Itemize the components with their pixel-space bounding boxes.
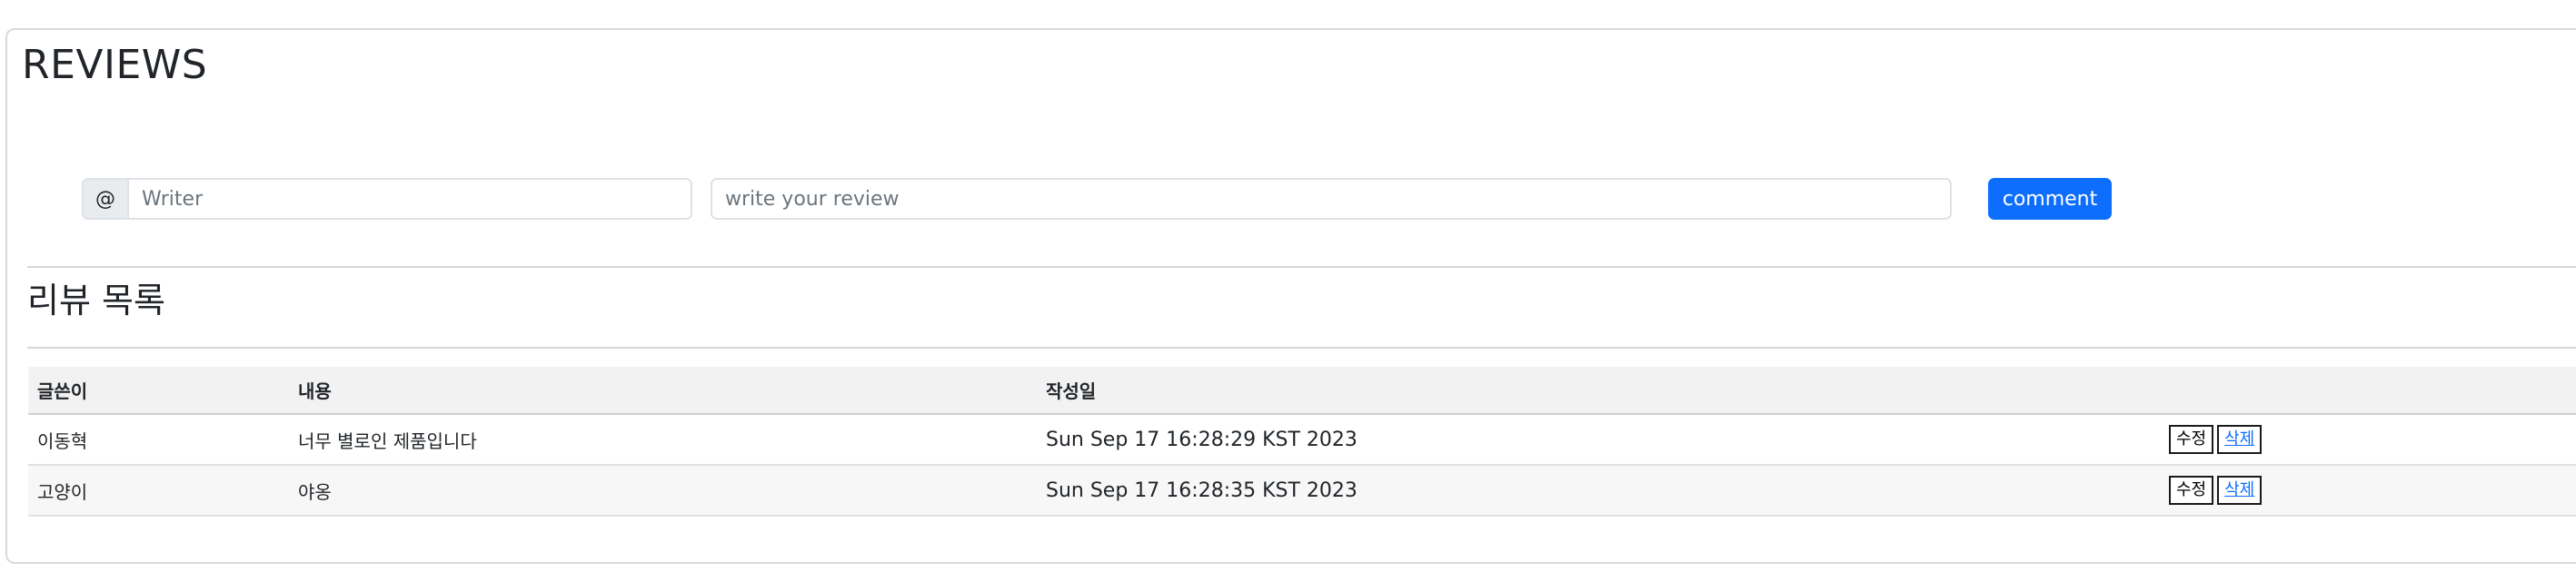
table-header-row: 글쓴이 내용 작성일 [28,367,2576,415]
page-title: REVIEWS [22,42,208,88]
cell-date: Sun Sep 17 16:28:35 KST 2023 [1037,465,2160,517]
cell-writer: 이동혁 [28,414,289,466]
divider [27,347,2576,349]
delete-button[interactable]: 삭제 [2217,476,2263,505]
cell-content: 너무 별로인 제품입니다 [289,414,1037,466]
cell-content: 야옹 [289,465,1037,517]
cell-date: Sun Sep 17 16:28:29 KST 2023 [1037,414,2160,466]
table-row: 이동혁 너무 별로인 제품입니다 Sun Sep 17 16:28:29 KST… [28,414,2576,466]
review-list-title: 리뷰 목록 [27,281,165,321]
divider [27,266,2576,268]
reviews-table: 글쓴이 내용 작성일 이동혁 너무 별로인 제품입니다 Sun Sep 17 1… [28,367,2576,517]
column-header-content: 내용 [289,367,1037,415]
at-sign-addon: @ [84,180,129,218]
cell-actions: 수정 삭제 [2160,414,2576,466]
comment-button[interactable]: comment [1988,178,2112,220]
writer-input-group: @ [82,178,692,220]
cell-actions: 수정 삭제 [2160,465,2576,517]
delete-button[interactable]: 삭제 [2217,425,2263,454]
column-header-actions [2160,367,2576,415]
writer-input[interactable] [129,180,691,218]
review-input[interactable] [711,178,1952,220]
table-row: 고양이 야옹 Sun Sep 17 16:28:35 KST 2023 수정 삭제 [28,465,2576,517]
edit-button[interactable]: 수정 [2169,425,2214,454]
edit-button[interactable]: 수정 [2169,476,2214,505]
cell-writer: 고양이 [28,465,289,517]
column-header-date: 작성일 [1037,367,2160,415]
column-header-writer: 글쓴이 [28,367,289,415]
